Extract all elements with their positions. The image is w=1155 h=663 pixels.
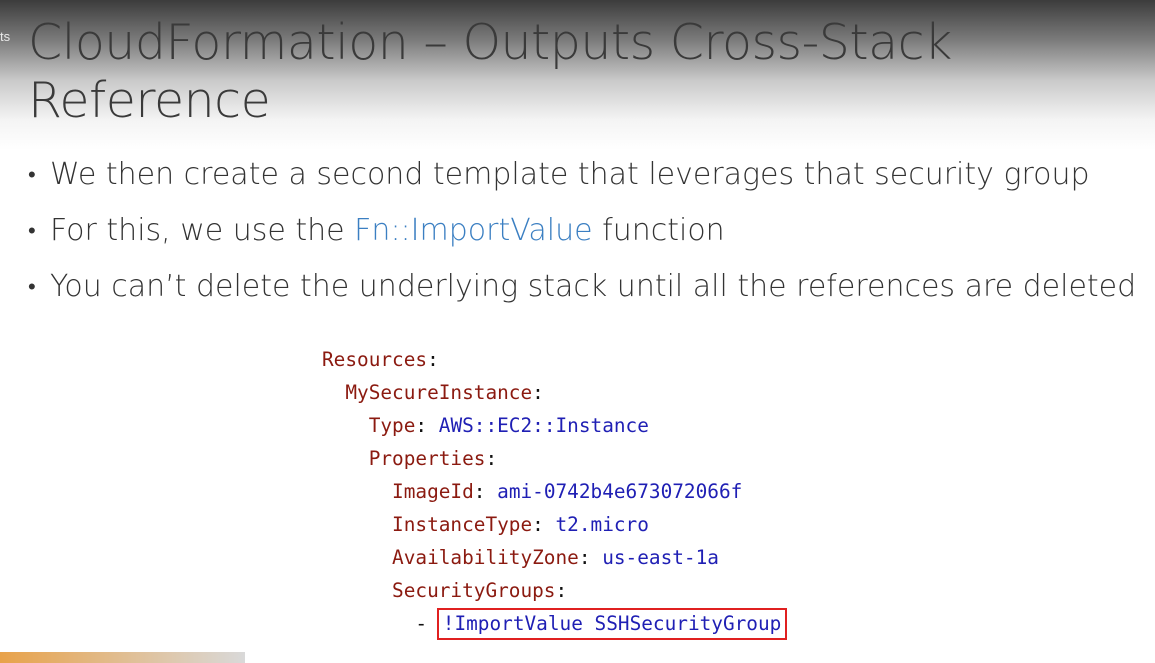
code-line: InstanceType: t2.micro xyxy=(392,513,649,536)
code-key: ImageId xyxy=(392,480,474,503)
footer-accent-bar xyxy=(0,652,245,663)
code-line: Properties: xyxy=(368,447,498,470)
import-value-highlight: !ImportValue SSHSecurityGroup xyxy=(436,608,788,640)
code-value: t2.micro xyxy=(555,513,649,536)
list-dash: - xyxy=(415,612,428,635)
corner-text: ts xyxy=(0,29,11,44)
slide-title: CloudFormation – Outputs Cross-Stack Ref… xyxy=(28,14,952,129)
bullet-dot: • xyxy=(28,163,36,188)
bullet-dot: • xyxy=(28,275,36,300)
code-value: us-east-1a xyxy=(602,546,719,569)
bullet-text-before: For this, we use the xyxy=(50,213,355,248)
bullet-dot: • xyxy=(28,219,36,244)
bullet-item: • You can’t delete the underlying stack u… xyxy=(28,262,1148,318)
code-key: AvailabilityZone xyxy=(392,546,579,569)
code-line: Type: AWS::EC2::Instance xyxy=(368,414,649,437)
bullet-list: • We then create a second template that l… xyxy=(28,150,1148,318)
bullet-text: You can’t delete the underlying stack un… xyxy=(50,269,1137,304)
code-key: MySecureInstance xyxy=(345,381,533,404)
code-line: MySecureInstance: xyxy=(345,381,544,404)
slide: ts CloudFormation – Outputs Cross-Stack … xyxy=(0,0,1155,663)
code-key: Properties xyxy=(368,447,486,470)
code-value: ami-0742b4e673072066f xyxy=(497,480,743,503)
yaml-code-block: Resources: MySecureInstance: Type: AWS::… xyxy=(322,343,788,640)
bullet-item: • We then create a second template that l… xyxy=(28,150,1148,206)
code-line: - !ImportValue SSHSecurityGroup xyxy=(322,607,788,640)
code-line: SecurityGroups: xyxy=(392,579,568,602)
code-value: AWS::EC2::Instance xyxy=(438,414,649,437)
code-key: SecurityGroups xyxy=(392,579,556,602)
code-line: Resources: xyxy=(322,348,439,371)
code-line: AvailabilityZone: us-east-1a xyxy=(392,546,719,569)
import-value-function-name: Fn::ImportValue xyxy=(354,213,593,248)
code-line: ImageId: ami-0742b4e673072066f xyxy=(392,480,743,503)
bullet-text-after: function xyxy=(592,213,725,248)
bullet-text: We then create a second template that le… xyxy=(50,157,1090,192)
code-key: InstanceType xyxy=(392,513,533,536)
code-key: Type xyxy=(368,414,416,437)
bullet-item: • For this, we use the Fn::ImportValue fu… xyxy=(28,206,1148,262)
code-key: Resources xyxy=(322,348,428,371)
